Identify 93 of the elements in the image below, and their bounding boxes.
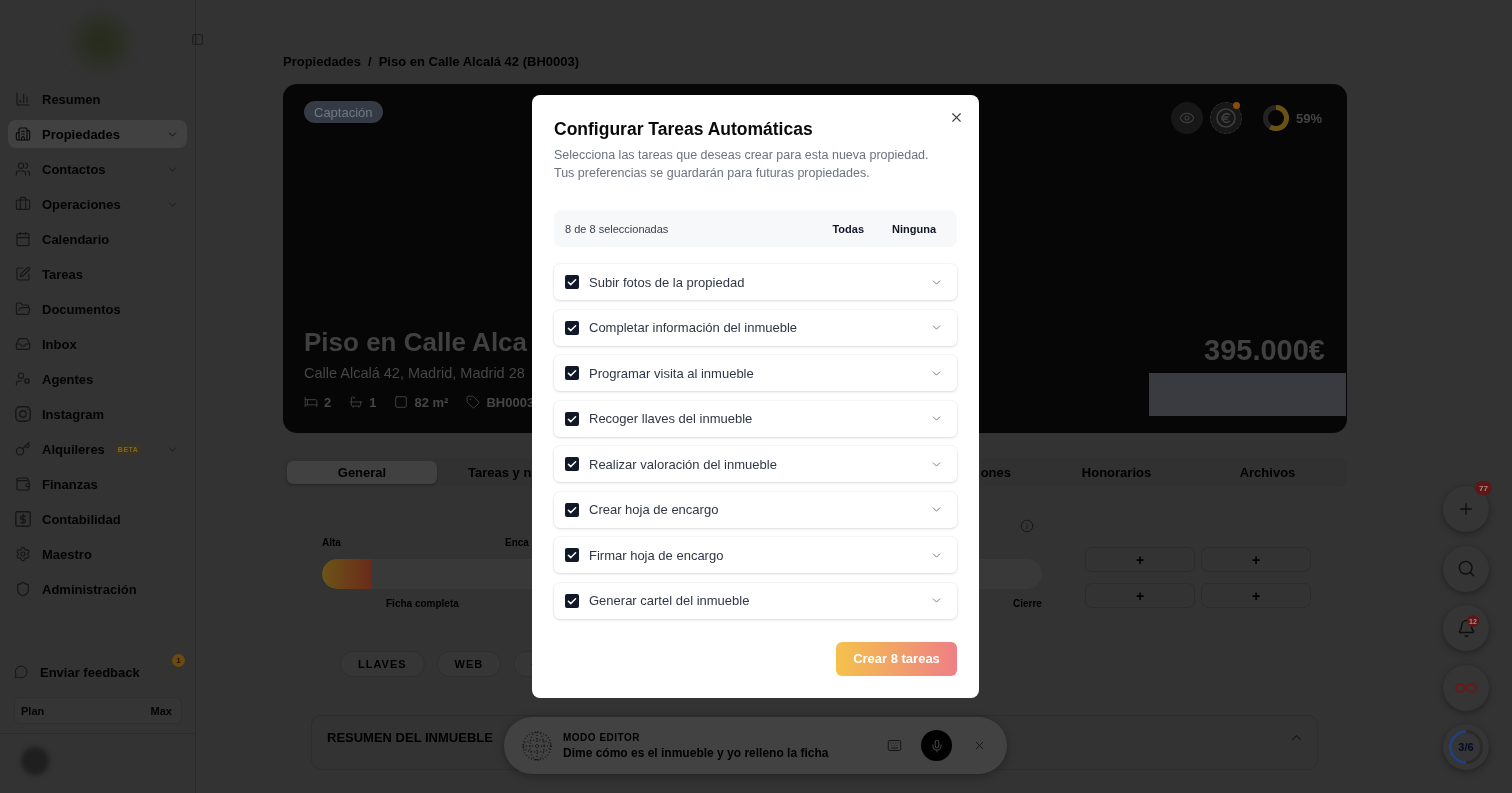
wallet-icon xyxy=(15,476,31,492)
microphone-button[interactable] xyxy=(921,730,952,761)
close-button[interactable] xyxy=(949,110,964,125)
dollar-icon xyxy=(15,511,31,527)
completion-percent: 59% xyxy=(1295,110,1322,126)
task-label: Realizar valoración del inmueble xyxy=(589,456,778,472)
bathtub-icon xyxy=(349,395,364,409)
chat-bubble-icon xyxy=(14,665,28,679)
editor-mode-label: MODO EDITOR xyxy=(563,731,641,744)
calendar-icon xyxy=(15,231,31,247)
task-label: Generar cartel del inmueble xyxy=(589,593,751,608)
close-icon xyxy=(949,110,964,125)
camera-icon xyxy=(15,406,31,422)
building-icon xyxy=(15,126,31,142)
property-address: Calle Alcalá 42, Madrid, Madrid 28 xyxy=(304,364,526,382)
dialog-title: Configurar Tareas Automáticas xyxy=(554,118,814,141)
checkbox[interactable] xyxy=(565,502,579,517)
warning-icon[interactable] xyxy=(165,665,179,679)
checkbox[interactable] xyxy=(565,320,579,335)
edit-square-icon xyxy=(15,266,31,282)
checkbox[interactable] xyxy=(565,411,579,426)
checkbox[interactable] xyxy=(565,593,579,608)
dialog-description: Tus preferencias se guardarán para futuras propiedades. xyxy=(554,165,871,182)
keyboard-button[interactable] xyxy=(887,738,902,753)
floating-action-button[interactable] xyxy=(1443,486,1489,532)
checkbox[interactable] xyxy=(565,548,579,562)
visibility-button[interactable] xyxy=(1170,102,1203,134)
create-tasks-button[interactable]: Crear 8 tareas xyxy=(836,641,957,676)
dialog-description: Selecciona las tareas que deseas crear para esta nueva propiedad. xyxy=(554,147,930,164)
task-label: Subir fotos de la propiedad xyxy=(589,274,746,290)
feature-value: 82 m² xyxy=(414,394,449,410)
task-label: Firmar hoja de encargo xyxy=(589,547,725,563)
add-button[interactable]: + xyxy=(1201,547,1311,572)
checkbox[interactable] xyxy=(565,457,579,471)
checkbox[interactable] xyxy=(565,275,579,289)
search-icon xyxy=(1456,559,1476,578)
nav-item[interactable]: Propiedades xyxy=(8,120,187,148)
task-label: Completar información del inmueble xyxy=(589,320,799,335)
editor-hint: Dime cómo es el inmueble y yo relleno la ficha xyxy=(563,745,830,760)
select-none-button[interactable]: Ninguna xyxy=(882,218,946,239)
task-label: Recoger llaves del inmueble xyxy=(589,411,754,426)
info-icon[interactable] xyxy=(1020,519,1034,533)
keyboard-icon xyxy=(887,738,902,753)
task-label: Programar visita al inmueble xyxy=(589,365,755,381)
select-all-button[interactable]: Todas xyxy=(822,218,874,239)
billing-button[interactable] xyxy=(1209,102,1242,134)
bed-icon xyxy=(304,395,318,409)
checkbox[interactable] xyxy=(565,366,579,380)
add-button[interactable]: + xyxy=(1201,583,1311,608)
bar-chart-icon xyxy=(15,91,31,107)
property-price: 395.000€ xyxy=(1204,334,1325,366)
count-badge: 77 xyxy=(1475,481,1492,495)
floating-action-button[interactable] xyxy=(1443,545,1489,592)
status-badge: Captación xyxy=(304,101,383,123)
feature-value: 1 xyxy=(369,394,377,410)
tab[interactable]: General xyxy=(287,461,437,484)
euro-circle-icon xyxy=(1215,108,1236,128)
dotted-sphere-icon xyxy=(522,730,552,761)
floating-action-button[interactable] xyxy=(1443,605,1489,651)
floating-action-button[interactable] xyxy=(1443,664,1489,711)
task-row[interactable]: Firmar hoja de encargo xyxy=(554,537,957,573)
folder-icon xyxy=(15,301,31,317)
tag-icon xyxy=(466,395,481,409)
task-row[interactable]: Recoger llaves del inmueble xyxy=(554,400,957,437)
microphone-icon xyxy=(929,738,944,753)
square-icon xyxy=(394,395,409,409)
add-button[interactable]: + xyxy=(1085,583,1195,608)
bell-icon xyxy=(1456,618,1476,638)
task-row[interactable]: Programar visita al inmueble xyxy=(554,355,957,391)
task-row[interactable]: Crear hoja de encargo xyxy=(554,491,957,528)
briefcase-icon xyxy=(15,196,31,212)
add-button[interactable]: + xyxy=(1085,547,1195,572)
key-icon xyxy=(15,441,31,457)
task-row[interactable]: Realizar valoración del inmueble xyxy=(554,446,957,482)
property-title: Piso en Calle Alca xyxy=(304,326,529,358)
eye-icon xyxy=(1178,110,1195,126)
task-row[interactable]: Completar información del inmueble xyxy=(554,309,957,346)
task-row[interactable]: Generar cartel del inmueble xyxy=(554,582,957,619)
user-gear-icon xyxy=(15,371,31,387)
sidebar-toggle-icon[interactable] xyxy=(191,33,204,46)
task-row[interactable]: Subir fotos de la propiedad xyxy=(554,264,957,300)
plus-icon xyxy=(1457,500,1475,518)
feature-value: 2 xyxy=(324,394,332,410)
close-icon xyxy=(973,739,986,752)
task-label: Crear hoja de encargo xyxy=(589,502,720,517)
inbox-icon xyxy=(15,336,31,352)
count-badge: 1 xyxy=(172,654,185,667)
gear-icon xyxy=(15,546,31,562)
shield-icon xyxy=(15,581,31,597)
users-icon xyxy=(15,161,31,177)
breadcrumb-separator: / xyxy=(368,53,372,69)
feature-value: BH0003 xyxy=(486,394,535,410)
selection-count: 8 de 8 seleccionadas xyxy=(565,222,669,235)
